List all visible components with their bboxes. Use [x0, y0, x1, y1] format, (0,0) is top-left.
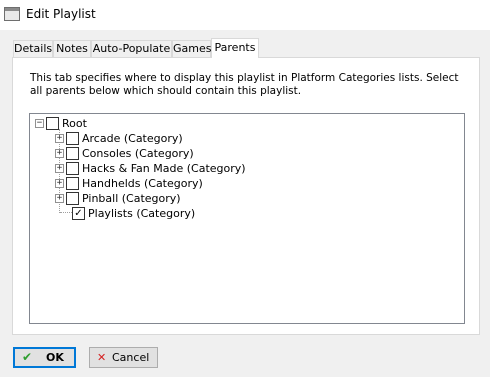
- checkmark-icon: ✔: [22, 350, 33, 364]
- tree-node-pinball[interactable]: + Pinball (Category): [55, 191, 275, 206]
- tree-node-consoles[interactable]: + Consoles (Category): [55, 146, 275, 161]
- title-bar: Edit Playlist: [0, 0, 490, 30]
- tree-node-root[interactable]: − Root: [35, 116, 155, 131]
- tree-node-arcade[interactable]: + Arcade (Category): [55, 131, 275, 146]
- pinball-checkbox[interactable]: [66, 192, 79, 205]
- tab-games[interactable]: Games: [172, 40, 211, 58]
- tree-node-label: Playlists (Category): [88, 207, 196, 220]
- collapse-icon[interactable]: −: [35, 118, 44, 128]
- tree-node-label: Pinball (Category): [82, 192, 181, 205]
- tree-node-hacks-fan-made[interactable]: + Hacks & Fan Made (Category): [55, 161, 295, 176]
- parents-tree-view[interactable]: − Root + Arcade (Category) + Consoles (C…: [29, 113, 465, 324]
- root-checkbox[interactable]: [46, 117, 59, 130]
- tree-node-handhelds[interactable]: + Handhelds (Category): [55, 176, 275, 191]
- cancel-button[interactable]: ✕ Cancel: [89, 347, 158, 368]
- tree-node-label: Consoles (Category): [82, 147, 194, 160]
- arcade-checkbox[interactable]: [66, 132, 79, 145]
- tree-node-playlists[interactable]: ✓ Playlists (Category): [55, 206, 275, 221]
- tree-node-label: Hacks & Fan Made (Category): [82, 162, 246, 175]
- expand-icon[interactable]: +: [55, 148, 64, 158]
- tree-node-label: Handhelds (Category): [82, 177, 203, 190]
- playlists-checkbox[interactable]: ✓: [72, 207, 85, 220]
- cancel-button-label: Cancel: [112, 351, 150, 364]
- tree-node-label: Arcade (Category): [82, 132, 183, 145]
- checkmark-icon: ✓: [74, 208, 83, 219]
- ok-button[interactable]: ✔ OK: [13, 347, 76, 368]
- consoles-checkbox[interactable]: [66, 147, 79, 160]
- tab-auto-populate[interactable]: Auto-Populate: [91, 40, 172, 58]
- hacks-fan-made-checkbox[interactable]: [66, 162, 79, 175]
- parents-tab-panel: This tab specifies where to display this…: [12, 57, 480, 335]
- close-icon: ✕: [97, 351, 107, 364]
- expand-icon[interactable]: +: [55, 163, 64, 173]
- expand-icon[interactable]: +: [55, 178, 64, 188]
- window-icon: [4, 7, 20, 21]
- ok-button-label: OK: [46, 351, 64, 364]
- window-title: Edit Playlist: [26, 7, 96, 21]
- expand-icon[interactable]: +: [55, 133, 64, 143]
- tab-notes[interactable]: Notes: [53, 40, 91, 58]
- expand-icon[interactable]: +: [55, 193, 64, 203]
- tree-node-label: Root: [62, 117, 87, 130]
- tab-parents[interactable]: Parents: [211, 38, 259, 58]
- parents-description: This tab specifies where to display this…: [30, 72, 459, 97]
- tab-details[interactable]: Details: [13, 40, 53, 58]
- handhelds-checkbox[interactable]: [66, 177, 79, 190]
